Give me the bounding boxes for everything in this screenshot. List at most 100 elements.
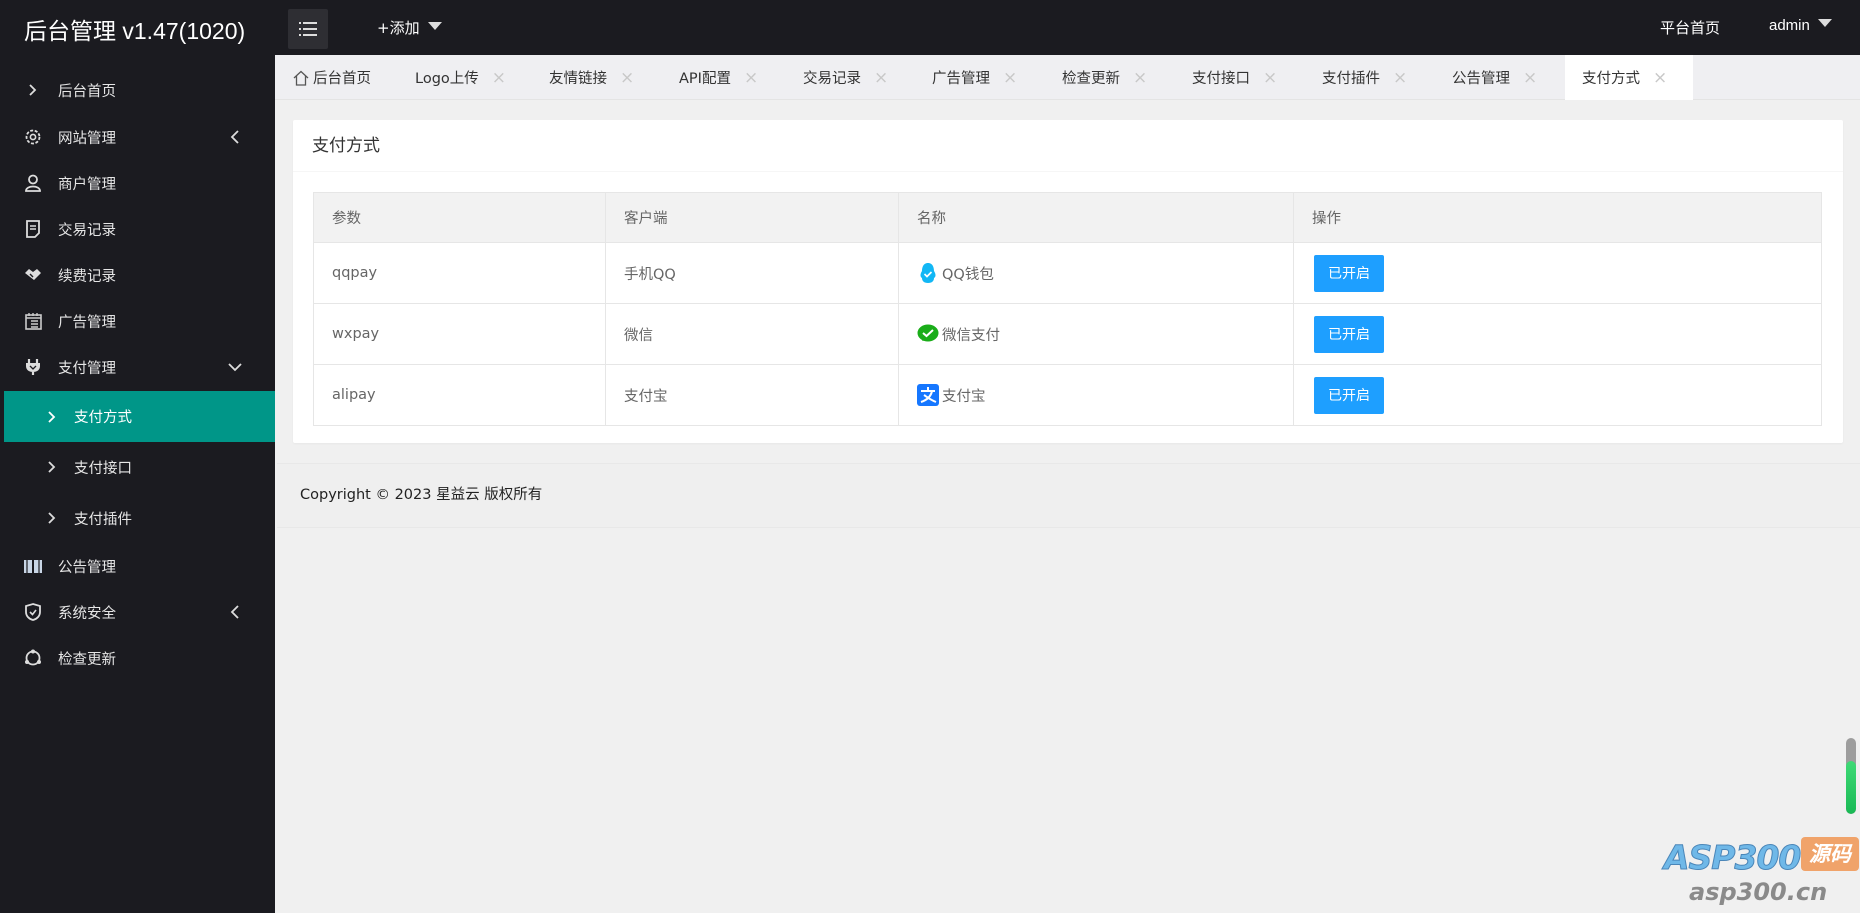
platform-home-link[interactable]: 平台首页 xyxy=(1660,17,1720,38)
name-cell: QQ钱包 xyxy=(898,242,1294,304)
add-dropdown[interactable]: +添加 xyxy=(377,17,442,38)
close-icon[interactable]: × xyxy=(1393,68,1407,88)
sidebar-item-label: 后台首页 xyxy=(58,83,116,100)
tab-logo-upload[interactable]: Logo上传 × xyxy=(415,55,506,100)
sidebar-item-announcements[interactable]: 公告管理 xyxy=(0,543,275,589)
tab-label: API配置 xyxy=(679,71,731,87)
sidebar-item-renewals[interactable]: 续费记录 xyxy=(0,252,275,298)
shield-icon xyxy=(23,602,43,622)
sidebar-item-label: 支付插件 xyxy=(74,511,132,528)
close-icon[interactable]: × xyxy=(1263,68,1277,88)
close-icon[interactable]: × xyxy=(620,68,634,88)
app-title: 后台管理 v1.47(1020) xyxy=(24,18,246,44)
close-icon[interactable]: × xyxy=(1653,68,1667,88)
tab-home[interactable]: 后台首页 xyxy=(293,55,371,100)
table-row: qqpay 手机QQ QQ钱包 已开启 xyxy=(313,242,1822,304)
sidebar: 后台首页 网站管理 商户管理 交易记录 续费记录 广告管理 支付管理 支付方式 … xyxy=(0,55,275,913)
user-dropdown[interactable]: admin xyxy=(1769,17,1832,34)
tab-api-config[interactable]: API配置 × xyxy=(679,55,758,100)
sidebar-item-merchant[interactable]: 商户管理 xyxy=(0,160,275,206)
sidebar-item-payment-methods[interactable]: 支付方式 xyxy=(4,391,275,442)
tab-bar: 后台首页 Logo上传 × 友情链接 × API配置 × 交易记录 × 广告管理 × 检查… xyxy=(275,55,1860,100)
payment-name: 支付宝 xyxy=(942,388,986,405)
action-cell: 已开启 xyxy=(1293,303,1822,365)
payment-methods-card: 支付方式 参数 客户端 名称 操作 qqpay 手机QQ QQ钱包 已开启 wx… xyxy=(293,120,1843,443)
watermark-brand: ASP300 xyxy=(1663,838,1801,878)
sidebar-item-check-update[interactable]: 检查更新 xyxy=(0,635,275,681)
tab-payment-plugins[interactable]: 支付插件 × xyxy=(1322,55,1407,100)
alipay-icon xyxy=(917,384,939,406)
payment-name: QQ钱包 xyxy=(942,266,994,283)
gear-icon xyxy=(23,127,43,147)
watermark-url: asp300.cn xyxy=(1689,878,1828,906)
close-icon[interactable]: × xyxy=(1003,68,1017,88)
footer-copyright: Copyright © 2023 星益云 版权所有 xyxy=(277,463,1860,528)
chevron-left-icon xyxy=(228,605,242,619)
tab-label: 支付接口 xyxy=(1192,71,1250,87)
payment-methods-table: 参数 客户端 名称 操作 qqpay 手机QQ QQ钱包 已开启 wxpay 微… xyxy=(313,192,1822,426)
tab-label: 支付方式 xyxy=(1582,71,1640,87)
sidebar-item-label: 支付接口 xyxy=(74,460,132,477)
close-icon[interactable]: × xyxy=(874,68,888,88)
username: admin xyxy=(1769,17,1810,34)
tab-announcements[interactable]: 公告管理 × xyxy=(1452,55,1537,100)
sidebar-item-payment-plugins[interactable]: 支付插件 xyxy=(0,495,275,541)
status-toggle-button[interactable]: 已开启 xyxy=(1314,315,1384,353)
tab-check-update[interactable]: 检查更新 × xyxy=(1062,55,1147,100)
close-icon[interactable]: × xyxy=(1133,68,1147,88)
tab-transactions[interactable]: 交易记录 × xyxy=(803,55,888,100)
close-icon[interactable]: × xyxy=(744,68,758,88)
sidebar-item-home[interactable]: 后台首页 xyxy=(0,67,275,113)
sidebar-item-transactions[interactable]: 交易记录 xyxy=(0,206,275,252)
tab-label: 检查更新 xyxy=(1062,71,1120,87)
cycle-icon xyxy=(23,648,43,668)
payment-name: 微信支付 xyxy=(942,327,1000,344)
tab-payment-interface[interactable]: 支付接口 × xyxy=(1192,55,1277,100)
client-cell: 手机QQ xyxy=(605,242,899,304)
scroll-indicator[interactable] xyxy=(1846,738,1856,814)
top-header: 后台管理 v1.47(1020) +添加 平台首页 admin xyxy=(0,0,1860,55)
tab-payment-methods[interactable]: 支付方式 × xyxy=(1565,55,1693,100)
sidebar-item-payment[interactable]: 支付管理 xyxy=(0,344,275,390)
close-icon[interactable]: × xyxy=(1523,68,1537,88)
handshake-icon xyxy=(23,265,43,285)
status-toggle-button[interactable]: 已开启 xyxy=(1314,254,1384,292)
tab-label: 公告管理 xyxy=(1452,71,1510,87)
user-icon xyxy=(23,173,43,193)
book-icon xyxy=(23,556,43,576)
sidebar-item-ads[interactable]: 广告管理 xyxy=(0,298,275,344)
sidebar-item-label: 商户管理 xyxy=(58,176,116,193)
close-icon[interactable]: × xyxy=(492,68,506,88)
watermark-badge: 源码 xyxy=(1801,837,1859,871)
param-cell: qqpay xyxy=(313,242,606,304)
sidebar-item-site[interactable]: 网站管理 xyxy=(0,114,275,160)
sidebar-item-label: 公告管理 xyxy=(58,559,116,576)
home-icon xyxy=(293,70,309,86)
tab-ads[interactable]: 广告管理 × xyxy=(932,55,1017,100)
list-menu-icon xyxy=(299,22,317,36)
client-cell: 支付宝 xyxy=(605,364,899,426)
chevron-left-icon xyxy=(228,130,242,144)
chevron-down-icon xyxy=(228,360,242,374)
chevron-right-icon xyxy=(42,457,62,477)
sidebar-item-payment-interface[interactable]: 支付接口 xyxy=(0,444,275,490)
column-header: 名称 xyxy=(898,192,1294,243)
column-header: 操作 xyxy=(1293,192,1822,243)
wechat-pay-icon xyxy=(917,323,939,345)
client-cell: 微信 xyxy=(605,303,899,365)
tab-label: 支付插件 xyxy=(1322,71,1380,87)
scroll-indicator-fill xyxy=(1846,760,1856,814)
status-toggle-button[interactable]: 已开启 xyxy=(1314,376,1384,414)
calendar-icon xyxy=(23,311,43,331)
qq-wallet-icon xyxy=(917,262,939,284)
column-header: 参数 xyxy=(313,192,606,243)
name-cell: 微信支付 xyxy=(898,303,1294,365)
sidebar-item-label: 支付管理 xyxy=(58,360,116,377)
tab-friend-links[interactable]: 友情链接 × xyxy=(549,55,634,100)
chevron-right-icon xyxy=(23,80,43,100)
sidebar-item-label: 广告管理 xyxy=(58,314,116,331)
caret-down-icon xyxy=(1817,19,1832,27)
document-icon xyxy=(23,219,43,239)
sidebar-item-security[interactable]: 系统安全 xyxy=(0,589,275,635)
menu-toggle-button[interactable] xyxy=(288,9,328,49)
